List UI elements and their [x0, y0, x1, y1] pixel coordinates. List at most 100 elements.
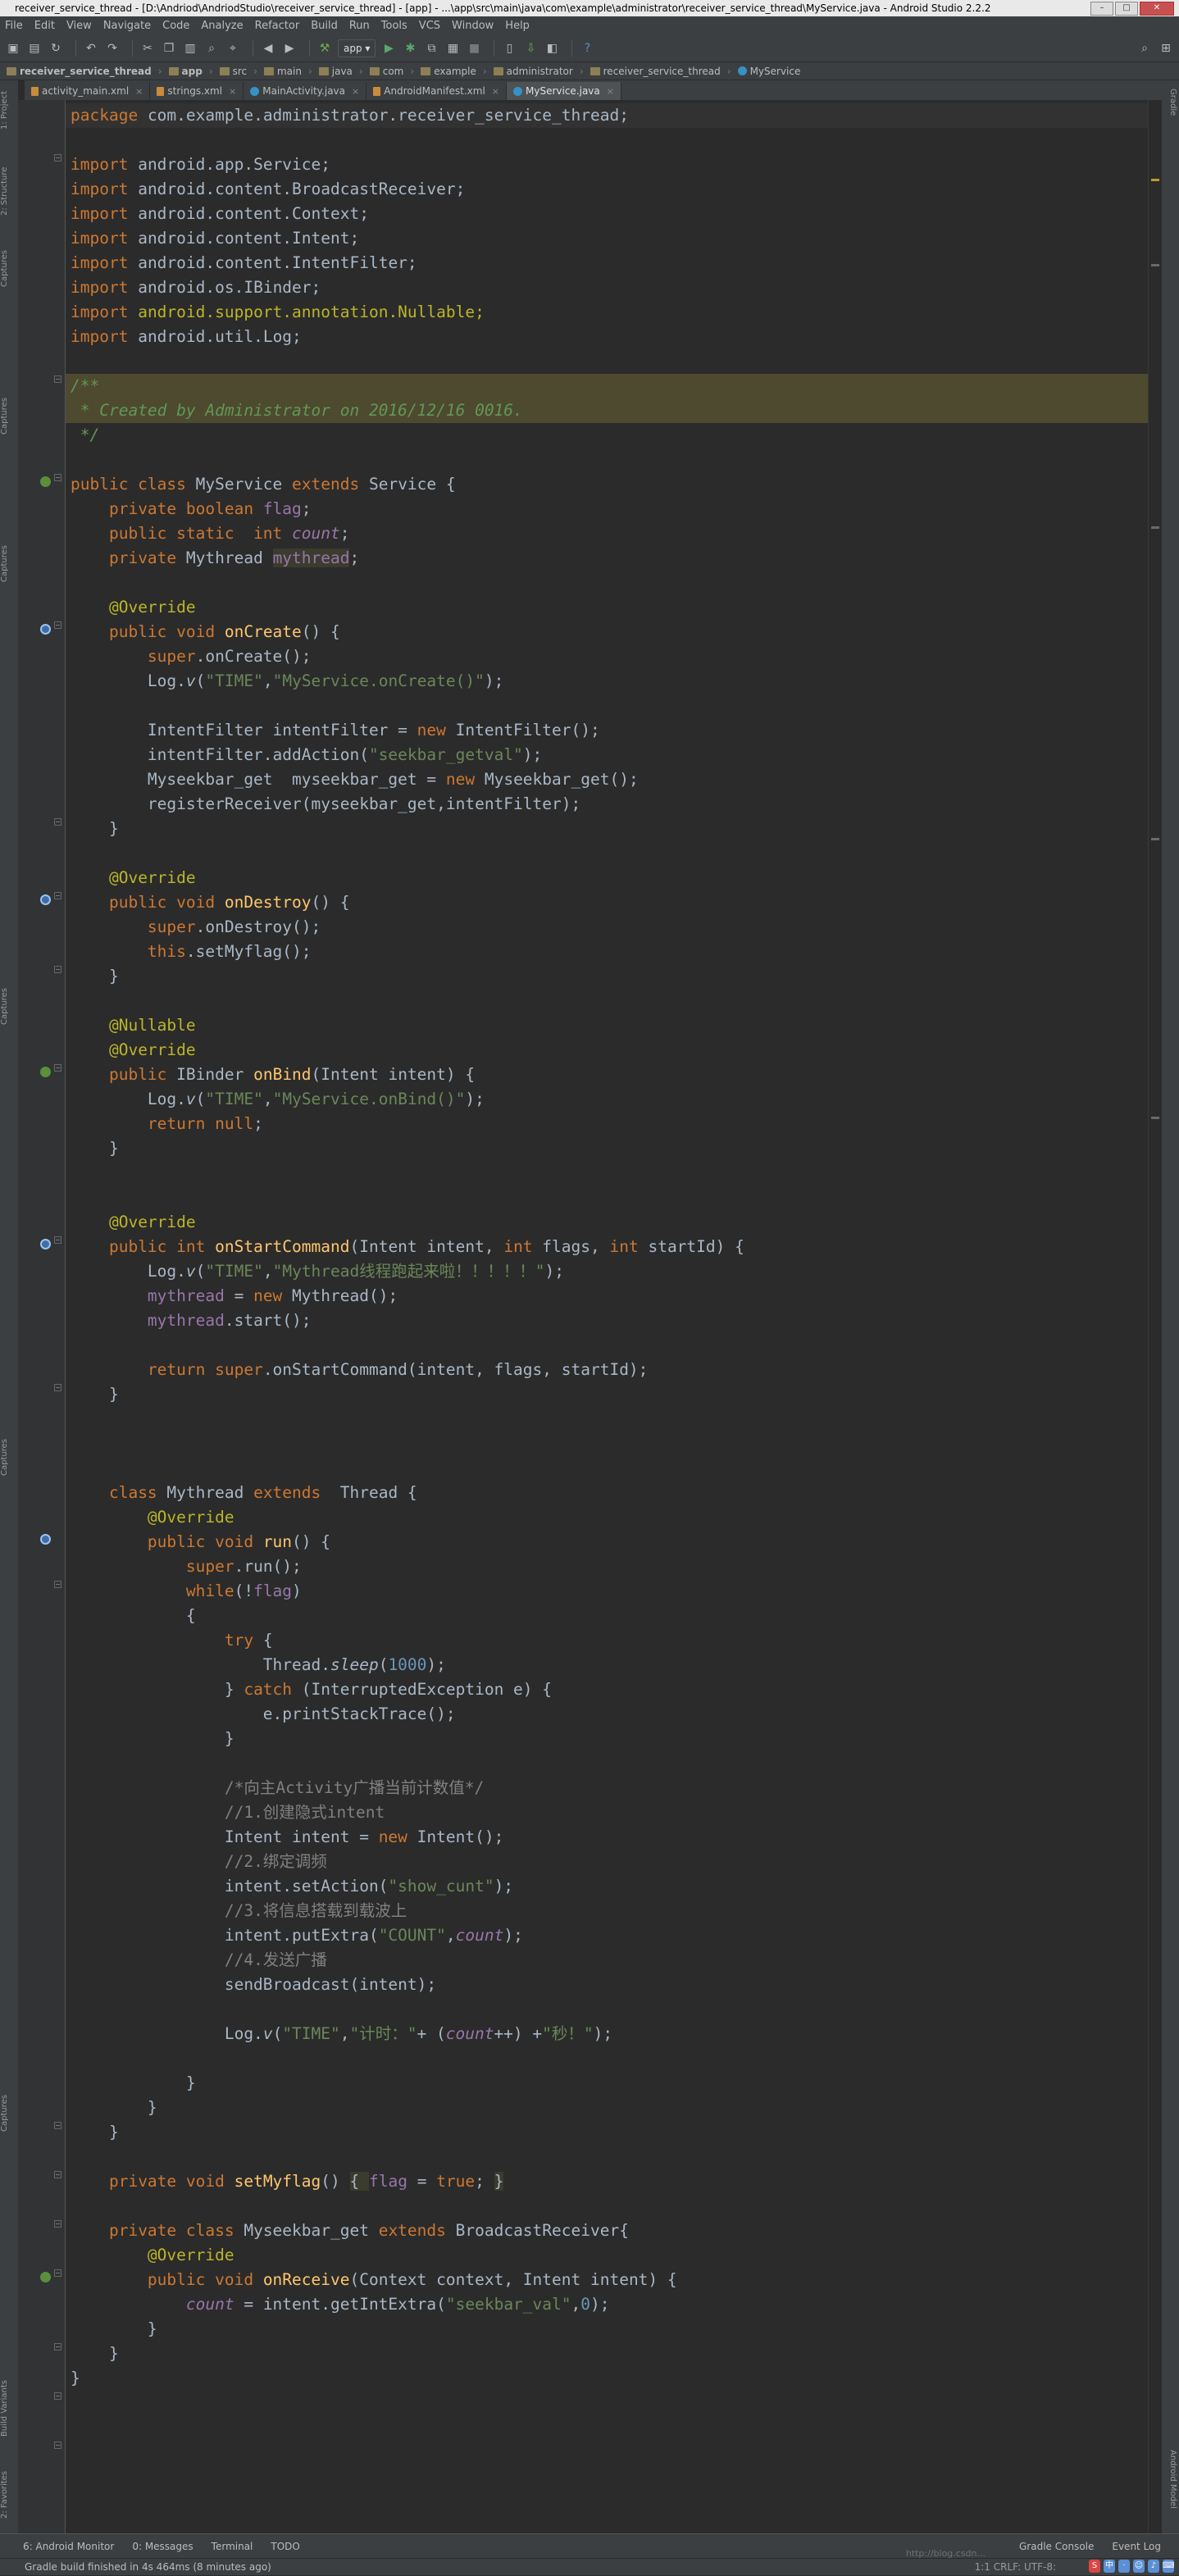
close-tab-icon[interactable]: × [607, 86, 614, 97]
fold-marker-icon[interactable]: − [54, 892, 61, 899]
breadcrumb-item[interactable]: MyService [737, 66, 800, 77]
menu-file[interactable]: File [5, 20, 23, 32]
menu-tools[interactable]: Tools [381, 20, 407, 32]
tool-event-log[interactable]: Event Log [1112, 2541, 1161, 2552]
tool-android-monitor[interactable]: 6: Android Monitor [23, 2541, 114, 2552]
replace-icon[interactable]: ⌖ [225, 40, 241, 57]
breadcrumb-item[interactable]: receiver_service_thread › [590, 66, 738, 77]
redo-icon[interactable]: ↷ [104, 40, 121, 57]
minimize-icon[interactable]: – [1090, 2, 1113, 16]
usage-marker[interactable] [1151, 264, 1159, 266]
run-icon[interactable]: ▶ [380, 40, 397, 57]
menu-vcs[interactable]: VCS [419, 20, 440, 32]
device-monitor-icon[interactable]: ◧ [544, 40, 560, 57]
menu-view[interactable]: View [66, 20, 92, 32]
fold-marker-icon[interactable]: − [54, 1064, 61, 1072]
open-folder-icon[interactable]: ▣ [5, 40, 21, 57]
fold-marker-icon[interactable]: − [54, 1384, 61, 1391]
tool-build-variants[interactable]: Build Variants [0, 2376, 18, 2442]
override-marker-icon[interactable] [40, 2272, 51, 2282]
menu-window[interactable]: Window [452, 20, 494, 32]
expand-icon[interactable]: ⊞ [1158, 40, 1174, 57]
fold-marker-icon[interactable]: − [54, 375, 61, 383]
menu-analyze[interactable]: Analyze [201, 20, 243, 32]
fold-marker-icon[interactable]: − [54, 154, 61, 162]
usage-marker[interactable] [1151, 1117, 1159, 1119]
close-icon[interactable]: ✕ [1140, 2, 1174, 16]
tool-favorites[interactable]: 2: Favorites [0, 2466, 18, 2524]
fold-marker-icon[interactable]: − [54, 2392, 61, 2400]
tab-mainactivity-java[interactable]: MainActivity.java × [244, 82, 367, 100]
close-tab-icon[interactable]: × [135, 86, 143, 97]
undo-icon[interactable]: ↶ [83, 40, 99, 57]
tool-structure[interactable]: 2: Structure [0, 162, 18, 220]
tool-captures[interactable]: Captures [0, 982, 18, 1031]
fold-marker-icon[interactable]: − [54, 966, 61, 973]
language-icon[interactable]: 中 [1104, 2560, 1115, 2573]
search-everywhere-icon[interactable]: ⌕ [1136, 40, 1153, 57]
tool-captures[interactable]: Captures [0, 2089, 18, 2138]
breadcrumb-item[interactable]: receiver_service_thread › [7, 66, 169, 77]
usage-marker[interactable] [1151, 838, 1159, 840]
fold-marker-icon[interactable]: − [54, 1581, 61, 1588]
attach-debugger-icon[interactable]: ⧉ [423, 40, 439, 57]
punctuation-icon[interactable]: · [1118, 2560, 1130, 2573]
keyboard-icon[interactable]: ⌨ [1163, 2560, 1174, 2573]
tab-myservice-java[interactable]: MyService.java × [507, 82, 621, 100]
override-marker-icon[interactable] [40, 624, 51, 635]
microphone-icon[interactable]: ♪ [1148, 2560, 1159, 2573]
breadcrumb-item[interactable]: main › [263, 66, 319, 77]
run-config-select[interactable]: app ▾ [338, 39, 376, 57]
override-marker-icon[interactable] [40, 1239, 51, 1249]
override-marker-icon[interactable] [40, 894, 51, 905]
stop-icon[interactable]: ■ [466, 40, 482, 57]
menu-run[interactable]: Run [349, 20, 370, 32]
close-tab-icon[interactable]: × [492, 86, 499, 97]
menu-refactor[interactable]: Refactor [255, 20, 300, 32]
tab-activity-main-xml[interactable]: activity_main.xml × [25, 82, 151, 100]
breadcrumb-item[interactable]: app › [168, 66, 220, 77]
implementation-marker-icon[interactable] [40, 476, 51, 487]
breadcrumb-item[interactable]: java › [318, 66, 370, 77]
maximize-icon[interactable]: □ [1115, 2, 1138, 16]
debug-icon[interactable]: ✱ [402, 40, 418, 57]
menu-code[interactable]: Code [162, 20, 189, 32]
find-icon[interactable]: ⌕ [203, 40, 220, 57]
tool-captures[interactable]: Captures [0, 539, 18, 589]
tool-terminal[interactable]: Terminal [212, 2541, 253, 2552]
menu-navigate[interactable]: Navigate [103, 20, 151, 32]
close-tab-icon[interactable]: × [352, 86, 359, 97]
usage-marker[interactable] [1151, 526, 1159, 529]
fold-marker-icon[interactable]: − [54, 2220, 61, 2228]
source-code[interactable]: package com.example.administrator.receiv… [71, 103, 744, 2391]
fold-marker-icon[interactable]: − [54, 2442, 61, 2449]
tool-android-model[interactable]: Android Model [1163, 2450, 1177, 2524]
copy-icon[interactable]: ❐ [161, 40, 177, 57]
avd-manager-icon[interactable]: ▯ [501, 40, 517, 57]
sdk-manager-icon[interactable]: ⇩ [522, 40, 539, 57]
override-marker-icon[interactable] [40, 1534, 51, 1545]
tool-gradle[interactable]: Gradle [1163, 89, 1177, 130]
tool-gradle-console[interactable]: Gradle Console [1019, 2541, 1094, 2552]
tab-androidmanifest-xml[interactable]: AndroidManifest.xml × [366, 82, 507, 100]
fold-marker-icon[interactable]: − [54, 1236, 61, 1244]
help-icon[interactable]: ? [579, 40, 595, 57]
fold-marker-icon[interactable]: − [54, 2122, 61, 2129]
make-project-icon[interactable]: ⚒ [316, 40, 333, 57]
tool-todo[interactable]: TODO [271, 2541, 299, 2552]
emoji-icon[interactable]: ☺ [1133, 2560, 1145, 2573]
coverage-icon[interactable]: ▦ [444, 40, 461, 57]
breadcrumb-item[interactable]: administrator › [493, 66, 590, 77]
breadcrumb-item[interactable]: com › [369, 66, 421, 77]
forward-icon[interactable]: ▶ [281, 40, 298, 57]
tool-captures[interactable]: Captures [0, 1433, 18, 1482]
warning-marker[interactable] [1151, 179, 1159, 181]
fold-marker-icon[interactable]: − [54, 621, 61, 629]
sync-icon[interactable]: ↻ [48, 40, 64, 57]
close-tab-icon[interactable]: × [229, 86, 236, 97]
sogou-ime-icon[interactable]: S [1089, 2560, 1100, 2573]
fold-marker-icon[interactable]: − [54, 2343, 61, 2351]
tool-project[interactable]: 1: Project [0, 85, 18, 134]
paste-icon[interactable]: ▥ [182, 40, 198, 57]
cursor-position[interactable]: 1:1 CRLF: UTF-8: [975, 2559, 1056, 2576]
